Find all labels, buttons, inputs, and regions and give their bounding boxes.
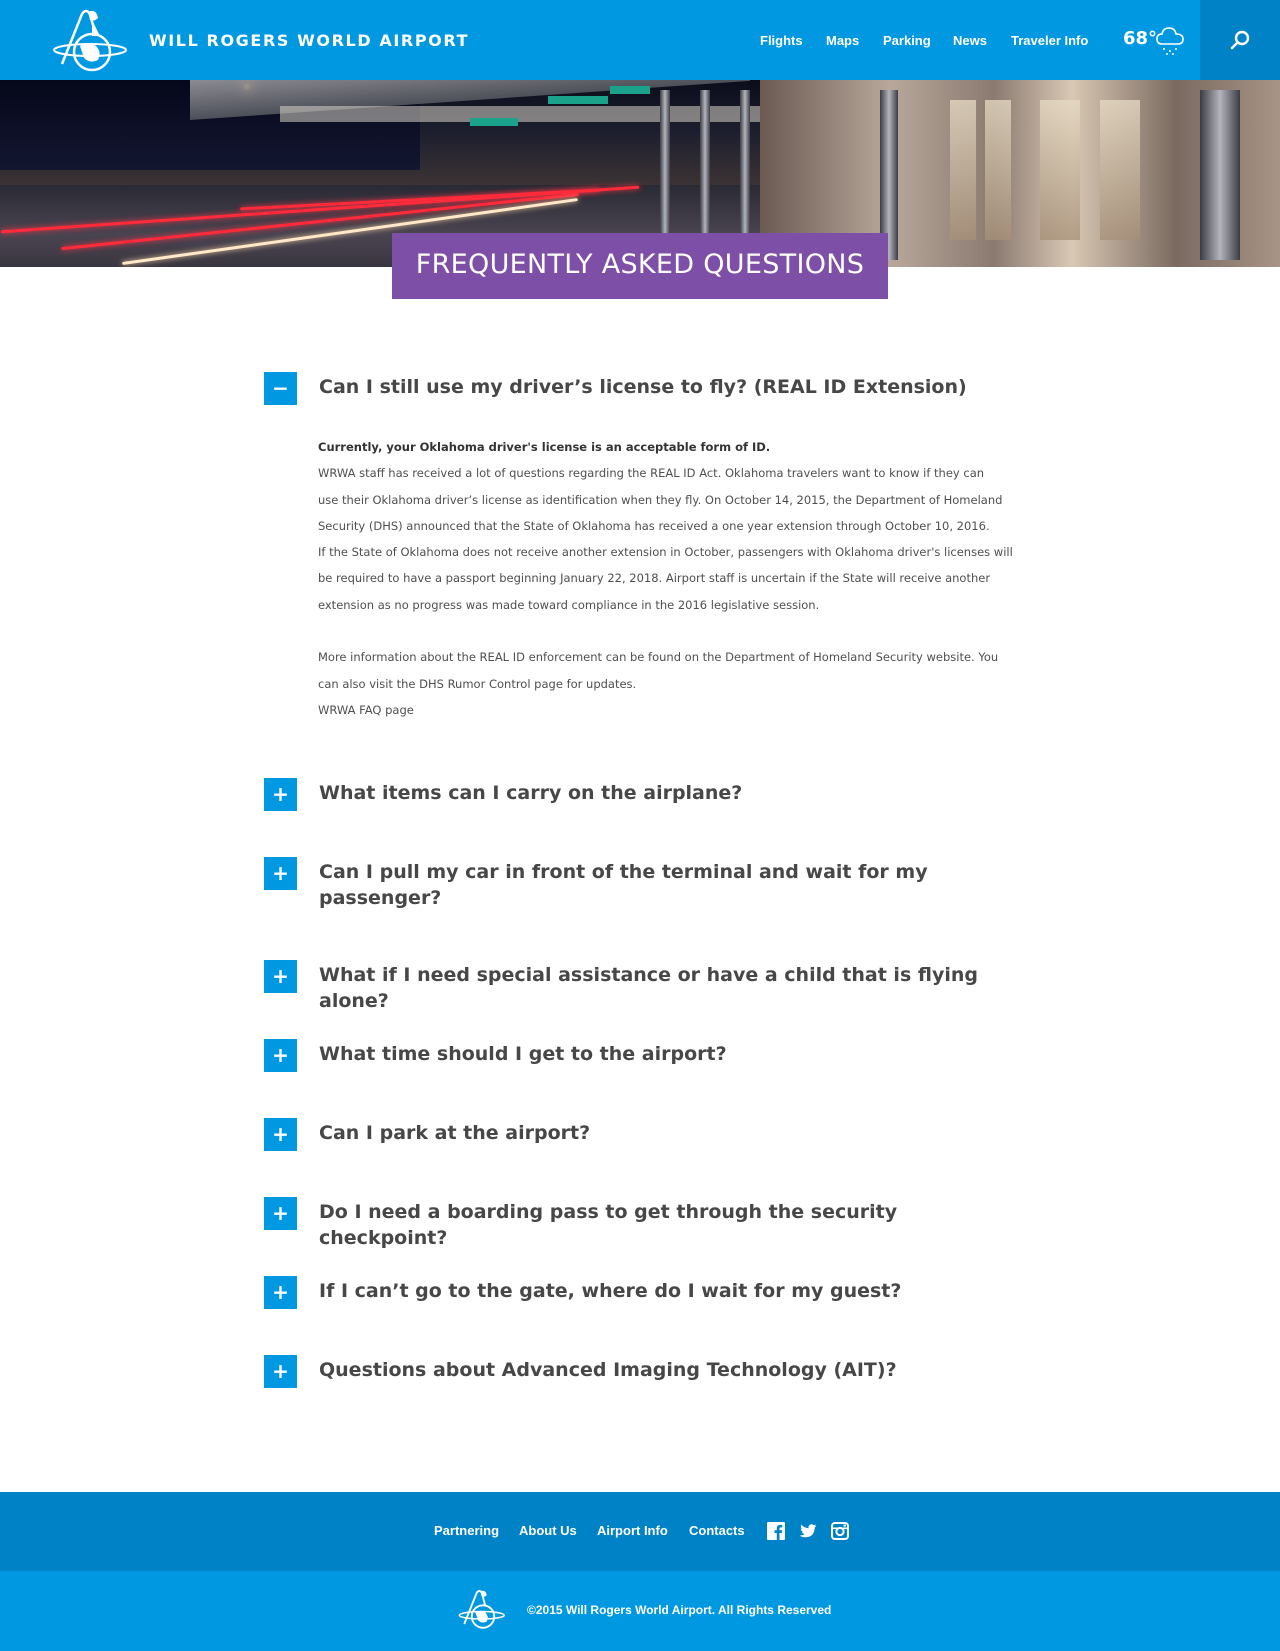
faq-question[interactable]: Can I park at the airport? <box>319 1120 590 1146</box>
plus-icon: + <box>272 782 289 806</box>
nav-maps[interactable]: Maps <box>826 33 859 48</box>
answer-line: More information about the REAL ID enfor… <box>318 650 999 665</box>
site-header: WILL ROGERS WORLD AIRPORT Flights Maps P… <box>0 0 1280 80</box>
faq-question[interactable]: Can I still use my driver’s license to f… <box>319 374 967 400</box>
twitter-icon[interactable] <box>799 1522 817 1540</box>
expand-button[interactable]: + <box>264 960 297 993</box>
answer-lead: Currently, your Oklahoma driver's licens… <box>318 440 771 454</box>
answer-line: can also visit the DHS Rumor Control pag… <box>318 676 637 691</box>
expand-button[interactable]: + <box>264 1276 297 1309</box>
answer-line: extension as no progress was made toward… <box>318 597 820 612</box>
plus-icon: + <box>272 861 289 885</box>
plus-icon: + <box>272 1043 289 1067</box>
weather-temperature: 68° <box>1123 28 1158 49</box>
faq-question[interactable]: What time should I get to the airport? <box>319 1041 727 1067</box>
wrwa-faq-link[interactable]: WRWA FAQ page <box>318 697 978 723</box>
nav-news[interactable]: News <box>953 33 987 48</box>
instagram-icon[interactable] <box>831 1522 849 1540</box>
answer-line: use their Oklahoma driver’s license as i… <box>318 492 1003 507</box>
facebook-icon[interactable] <box>767 1522 785 1540</box>
footer-bottom: ©2015 Will Rogers World Airport. All Rig… <box>0 1571 1280 1651</box>
faq-answer: Currently, your Oklahoma driver's licens… <box>318 434 1013 723</box>
expand-button[interactable]: + <box>264 857 297 890</box>
expand-button[interactable]: + <box>264 1118 297 1151</box>
answer-line: Security (DHS) announced that the State … <box>318 518 990 533</box>
plus-icon: + <box>272 1201 289 1225</box>
footer-link-partnering[interactable]: Partnering <box>434 1523 499 1538</box>
collapse-button[interactable]: − <box>264 372 297 405</box>
airport-logo-icon[interactable] <box>52 6 132 74</box>
answer-line: be required to have a passport beginning… <box>318 571 991 586</box>
plus-icon: + <box>272 1280 289 1304</box>
expand-button[interactable]: + <box>264 1039 297 1072</box>
faq-question[interactable]: What items can I carry on the airplane? <box>319 780 742 806</box>
plus-icon: + <box>272 964 289 988</box>
airport-logo-icon[interactable] <box>458 1587 508 1631</box>
faq-question[interactable]: Questions about Advanced Imaging Technol… <box>319 1357 897 1383</box>
footer-link-airport-info[interactable]: Airport Info <box>597 1523 668 1538</box>
faq-question-line2[interactable]: passenger? <box>319 885 441 911</box>
minus-icon: − <box>272 376 289 400</box>
faq-question[interactable]: Can I pull my car in front of the termin… <box>319 859 928 885</box>
faq-question[interactable]: Do I need a boarding pass to get through… <box>319 1199 984 1251</box>
copyright-text: ©2015 Will Rogers World Airport. All Rig… <box>527 1603 832 1617</box>
faq-question[interactable]: What if I need special assistance or hav… <box>319 962 984 1014</box>
cloud-rain-icon <box>1156 27 1184 55</box>
search-icon <box>1230 30 1250 50</box>
nav-parking[interactable]: Parking <box>883 33 931 48</box>
nav-flights[interactable]: Flights <box>760 33 803 48</box>
footer-nav: Partnering About Us Airport Info Contact… <box>0 1492 1280 1571</box>
answer-line: WRWA staff has received a lot of questio… <box>318 466 985 481</box>
page-title-banner: FREQUENTLY ASKED QUESTIONS <box>392 233 888 299</box>
site-title[interactable]: WILL ROGERS WORLD AIRPORT <box>149 31 469 50</box>
plus-icon: + <box>272 1122 289 1146</box>
answer-line: If the State of Oklahoma does not receiv… <box>318 545 1013 560</box>
expand-button[interactable]: + <box>264 1355 297 1388</box>
expand-button[interactable]: + <box>264 1197 297 1230</box>
footer-link-contacts[interactable]: Contacts <box>689 1523 745 1538</box>
expand-button[interactable]: + <box>264 778 297 811</box>
faq-question[interactable]: If I can’t go to the gate, where do I wa… <box>319 1278 901 1304</box>
page-title: FREQUENTLY ASKED QUESTIONS <box>415 249 865 280</box>
footer-link-about-us[interactable]: About Us <box>519 1523 577 1538</box>
nav-traveler-info[interactable]: Traveler Info <box>1011 33 1088 48</box>
plus-icon: + <box>272 1359 289 1383</box>
search-button[interactable] <box>1200 0 1280 80</box>
